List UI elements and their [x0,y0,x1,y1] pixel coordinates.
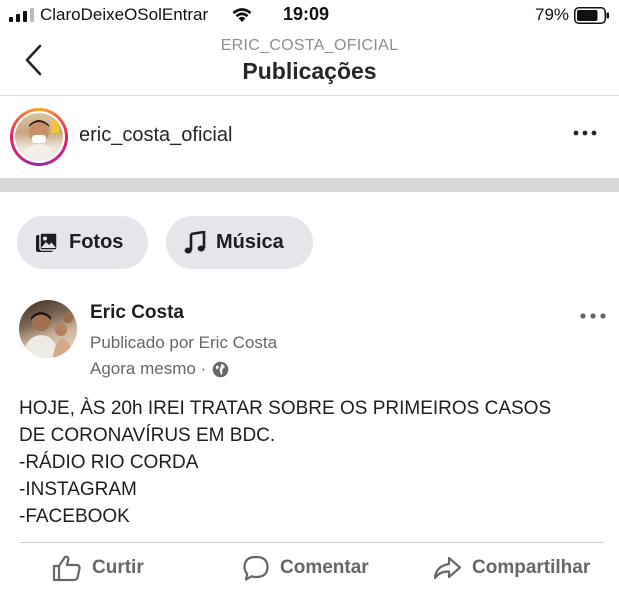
post-username[interactable]: eric_costa_oficial [79,124,232,147]
like-label: Curtir [92,557,144,578]
photos-button[interactable]: Fotos [17,216,148,269]
published-by: Publicado por Eric Costa [90,333,278,352]
music-button[interactable]: Música [166,216,313,269]
more-options-icon[interactable] [570,125,600,141]
author-name[interactable]: Eric Costa [90,302,184,324]
post-text-line: -FACEBOOK [19,506,130,527]
post-time-text: Agora mesmo · [90,359,207,378]
post-text-line: -INSTAGRAM [19,479,137,500]
page-title: Publicações [242,58,377,84]
section-divider [0,178,619,192]
music-button-label: Música [216,231,284,253]
post-options-icon[interactable] [578,310,608,322]
post-text-line: -RÁDIO RIO CORDA [19,452,199,473]
share-label: Compartilhar [472,557,591,578]
carrier-name: ClaroDeixeOSolEntrar [40,5,209,24]
status-bar: ClaroDeixeOSolEntrar 19:09 79% [0,0,619,32]
globe-icon [212,361,229,377]
profile-avatar[interactable] [10,108,68,166]
music-note-icon [184,230,206,253]
navigation-bar: ERIC_COSTA_OFICIAL Publicações [0,32,619,96]
wifi-icon [232,8,252,22]
like-button[interactable]: Curtir [52,554,144,582]
cellular-signal-icon [9,8,34,22]
author-avatar[interactable] [19,300,77,358]
share-button[interactable]: Compartilhar [432,554,590,582]
actions-divider [19,542,604,543]
clock: 19:09 [283,4,330,24]
post-text-line: DE CORONAVÍRUS EM BDC. [19,425,276,446]
comment-bubble-icon [243,555,269,581]
thumbs-up-icon [52,555,81,582]
photos-icon [36,231,58,252]
post-actions: Curtir Comentar Compartilhar [0,554,619,594]
comment-label: Comentar [280,557,369,578]
battery-percentage: 79% [535,5,570,24]
avatar-photo [15,113,63,161]
comment-button[interactable]: Comentar [242,554,369,582]
post-text: HOJE, ÀS 20h IREI TRATAR SOBRE OS PRIMEI… [19,395,609,530]
post-text-line: HOJE, ÀS 20h IREI TRATAR SOBRE OS PRIMEI… [19,398,552,419]
photos-button-label: Fotos [69,231,124,253]
share-arrow-icon [433,556,462,580]
post-time: Agora mesmo · [90,359,229,379]
battery-icon [574,7,609,24]
nav-account-subtitle: ERIC_COSTA_OFICIAL [220,37,399,54]
post-header: eric_costa_oficial [0,97,619,175]
facebook-post: Fotos Música Eric Costa Publicado por Er… [0,192,619,600]
